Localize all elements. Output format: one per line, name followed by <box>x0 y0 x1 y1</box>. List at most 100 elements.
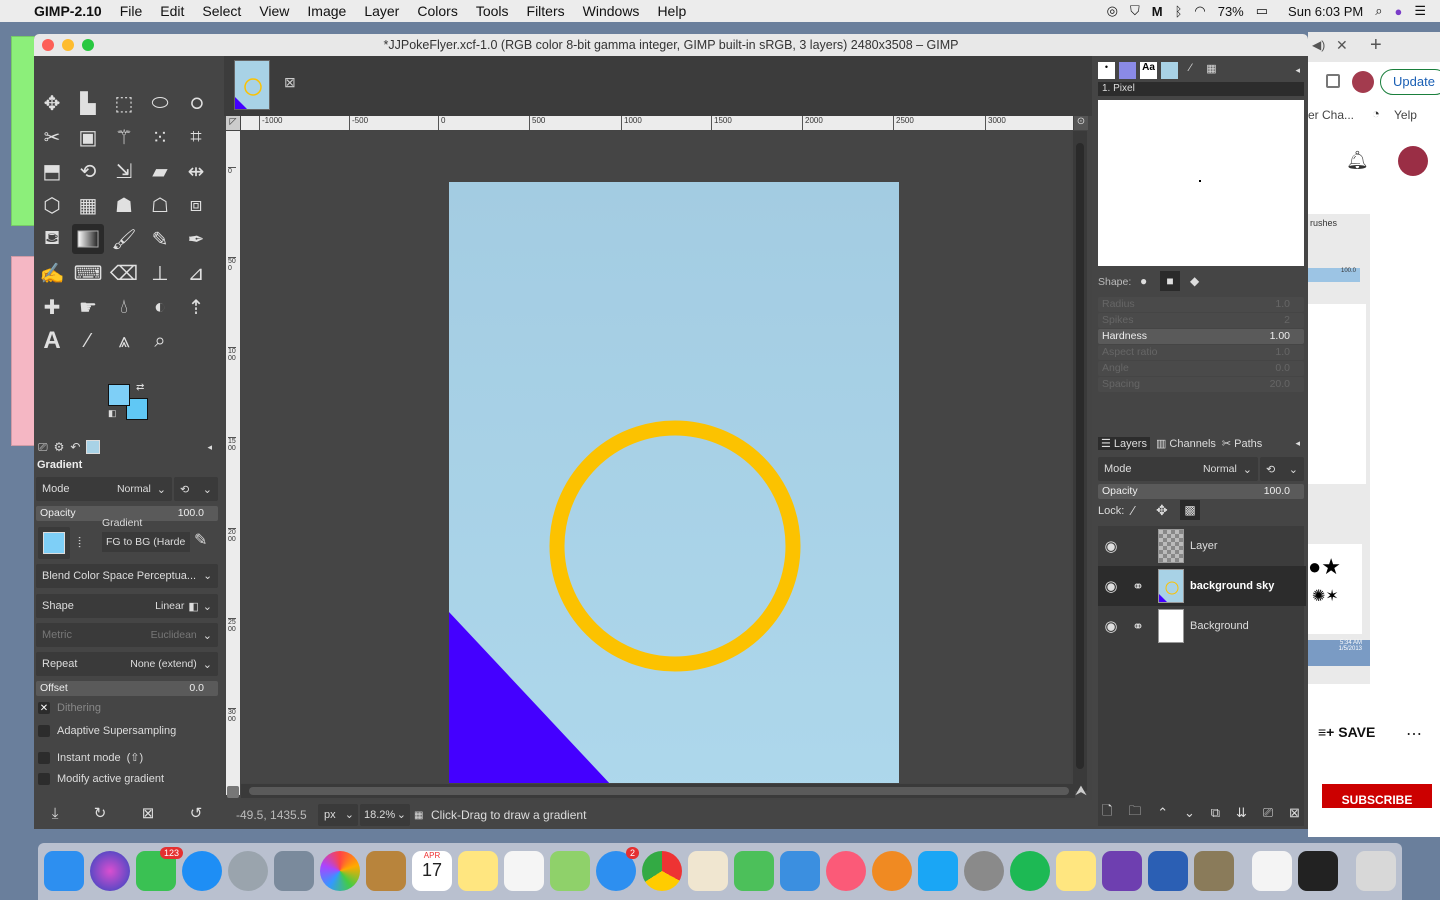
horizontal-scrollbar-thumb[interactable] <box>249 787 1069 795</box>
measure-tool-icon[interactable]: ⩓ <box>108 326 140 356</box>
app-store-icon[interactable] <box>918 851 958 891</box>
siri-icon[interactable] <box>90 851 130 891</box>
brushes-tab-icon[interactable]: • <box>1098 61 1115 79</box>
save-button[interactable]: ≡+ SAVE <box>1318 724 1375 740</box>
lock-pixels-icon[interactable]: ⁄ <box>1132 503 1134 518</box>
paths-tab[interactable]: ✂ Paths <box>1222 437 1262 450</box>
airbrush-tool-icon[interactable]: ✒ <box>180 224 212 254</box>
heal-tool-icon[interactable]: ✚ <box>36 292 68 322</box>
layer-name[interactable]: background sky <box>1190 580 1274 592</box>
square-shape-icon[interactable]: ■ <box>1160 271 1180 291</box>
fonts-tab-icon[interactable]: Aa <box>1140 61 1157 79</box>
more-icon[interactable]: ⋯ <box>1406 724 1422 744</box>
close-tab-icon[interactable]: ✕ <box>1336 37 1348 54</box>
layer-name[interactable]: Background <box>1190 620 1249 632</box>
paintbrush-tool-icon[interactable]: 🖌︎ <box>108 224 140 254</box>
maps-icon[interactable] <box>550 851 590 891</box>
perspective-tool-icon[interactable]: ⬡ <box>36 190 68 220</box>
patterns-tab-icon[interactable] <box>1119 61 1136 79</box>
menu-file[interactable]: File <box>120 3 143 19</box>
tab-menu-icon[interactable]: ◂ <box>207 442 212 453</box>
new-tab-icon[interactable]: + <box>1370 34 1382 57</box>
blend-color-space-dropdown[interactable]: Blend Color Space Perceptua... ⌄ <box>36 564 218 588</box>
dodge-burn-tool-icon[interactable]: ◐ <box>144 292 176 322</box>
wifi-icon[interactable]: ◠ <box>1194 3 1205 19</box>
menu-image[interactable]: Image <box>307 3 346 19</box>
layer-mask-icon[interactable]: ⎚ <box>1263 805 1273 821</box>
pencil-tool-icon[interactable]: ✎ <box>144 224 176 254</box>
textedit-icon[interactable] <box>688 851 728 891</box>
foreground-select-tool-icon[interactable]: ▣ <box>72 122 104 152</box>
preview-icon[interactable] <box>274 851 314 891</box>
menu-windows[interactable]: Windows <box>583 3 640 19</box>
sticky-note-pink[interactable] <box>11 256 36 446</box>
bluetooth-icon[interactable]: ᛒ <box>1175 4 1183 19</box>
save-options-icon[interactable]: ⤓ <box>52 805 59 822</box>
menu-app-name[interactable]: GIMP-2.10 <box>34 3 102 19</box>
calendar-icon[interactable]: APR 17 <box>412 851 452 891</box>
chrome-icon[interactable] <box>642 851 682 891</box>
new-layer-icon[interactable]: 🗋︎ <box>1102 802 1112 824</box>
horizontal-scrollbar[interactable] <box>241 784 1075 798</box>
smudge-tool-icon[interactable]: ☛ <box>72 292 104 322</box>
blur-sharpen-tool-icon[interactable]: 💧︎ <box>108 292 140 322</box>
free-select-tool-icon[interactable]: ഠ <box>180 88 212 118</box>
document-history-tab-icon[interactable] <box>1161 61 1178 79</box>
flip-tool-icon[interactable]: ⇹ <box>180 156 212 186</box>
unit-dropdown[interactable]: px ⌄ <box>318 804 358 826</box>
dock-menu-icon[interactable]: ◂ <box>1295 65 1300 76</box>
safari-icon[interactable] <box>182 851 222 891</box>
eye-icon[interactable]: ◉ <box>1098 537 1124 555</box>
yelp-link[interactable]: Yelp <box>1394 108 1417 122</box>
layer-mode-dropdown[interactable]: Mode Normal ⌄ <box>1098 457 1258 481</box>
menu-filters[interactable]: Filters <box>527 3 565 19</box>
rect-select-tool-icon[interactable]: ⬚ <box>108 88 140 118</box>
vertical-scrollbar-thumb[interactable] <box>1076 143 1084 769</box>
photos-icon[interactable] <box>320 851 360 891</box>
layers-menu-icon[interactable]: ◂ <box>1295 438 1300 449</box>
select-by-color-tool-icon[interactable]: ⁙ <box>144 122 176 152</box>
reminders-icon[interactable] <box>504 851 544 891</box>
canvas-viewport[interactable] <box>241 131 1071 783</box>
eraser-tool-icon[interactable]: ⌫ <box>108 258 140 288</box>
zoom-image-icon[interactable]: ⊙ <box>1074 116 1088 130</box>
repeat-dropdown[interactable]: Repeat None (extend) ⌄ <box>36 652 218 676</box>
eye-icon[interactable]: ◉ <box>1098 617 1124 635</box>
mode-dropdown[interactable]: Mode Normal ⌄ <box>36 477 172 501</box>
close-window-button[interactable] <box>42 39 54 51</box>
menu-edit[interactable]: Edit <box>160 3 184 19</box>
profile-avatar[interactable] <box>1398 146 1428 176</box>
raise-layer-icon[interactable]: ⌃ <box>1157 805 1168 821</box>
bell-icon[interactable]: 🔔︎ <box>1346 150 1369 171</box>
merge-down-icon[interactable]: ⇊ <box>1236 805 1247 821</box>
scale-tool-icon[interactable]: ⇲ <box>108 156 140 186</box>
offset-slider[interactable]: Offset 0.0 <box>36 681 218 696</box>
dynamics-tab-icon[interactable]: ▦ <box>1203 62 1220 79</box>
layer-row[interactable]: ◉ ⚭ background sky <box>1098 566 1306 606</box>
gimp-icon[interactable] <box>1194 851 1234 891</box>
channels-tab[interactable]: ▥ Channels <box>1156 437 1216 450</box>
restore-options-icon[interactable]: ↻ <box>94 804 107 822</box>
keynote-icon[interactable] <box>780 851 820 891</box>
dithering-checkbox[interactable]: ✕ Dithering <box>38 702 101 714</box>
creative-cloud-icon[interactable]: ◎ <box>1107 3 1118 19</box>
layer-opacity-slider[interactable]: Opacity 100.0 <box>1098 484 1304 499</box>
mute-icon[interactable]: ◀) <box>1312 38 1325 52</box>
rotate-tool-icon[interactable]: ⟲ <box>72 156 104 186</box>
spotify-icon[interactable] <box>1010 851 1050 891</box>
layer-name[interactable]: Layer <box>1190 540 1218 552</box>
battery-icon[interactable]: ▭ <box>1256 3 1268 19</box>
tab-text[interactable]: er Cha... <box>1308 108 1354 122</box>
shield-icon[interactable]: ⛉ <box>1130 3 1140 19</box>
tool-options-tab-icon[interactable]: ⎚ <box>38 440 48 455</box>
layers-tab[interactable]: ☰ Layers <box>1098 436 1150 450</box>
vertical-scrollbar[interactable] <box>1073 131 1087 791</box>
numbers-icon[interactable] <box>734 851 774 891</box>
navigate-arrow-icon[interactable]: ⮝ <box>1075 782 1087 799</box>
reverse-gradient-icon[interactable]: ⦙ <box>78 534 81 551</box>
layer-mode-reset-dropdown[interactable]: ⟲ ⌄ <box>1260 457 1304 481</box>
perspective-clone-tool-icon[interactable]: ⊿ <box>180 258 212 288</box>
ellipse-select-tool-icon[interactable]: ⬭ <box>144 88 176 118</box>
new-layer-group-icon[interactable]: 🗀︎ <box>1128 802 1141 824</box>
layer-row[interactable]: ◉ Layer <box>1098 526 1306 566</box>
